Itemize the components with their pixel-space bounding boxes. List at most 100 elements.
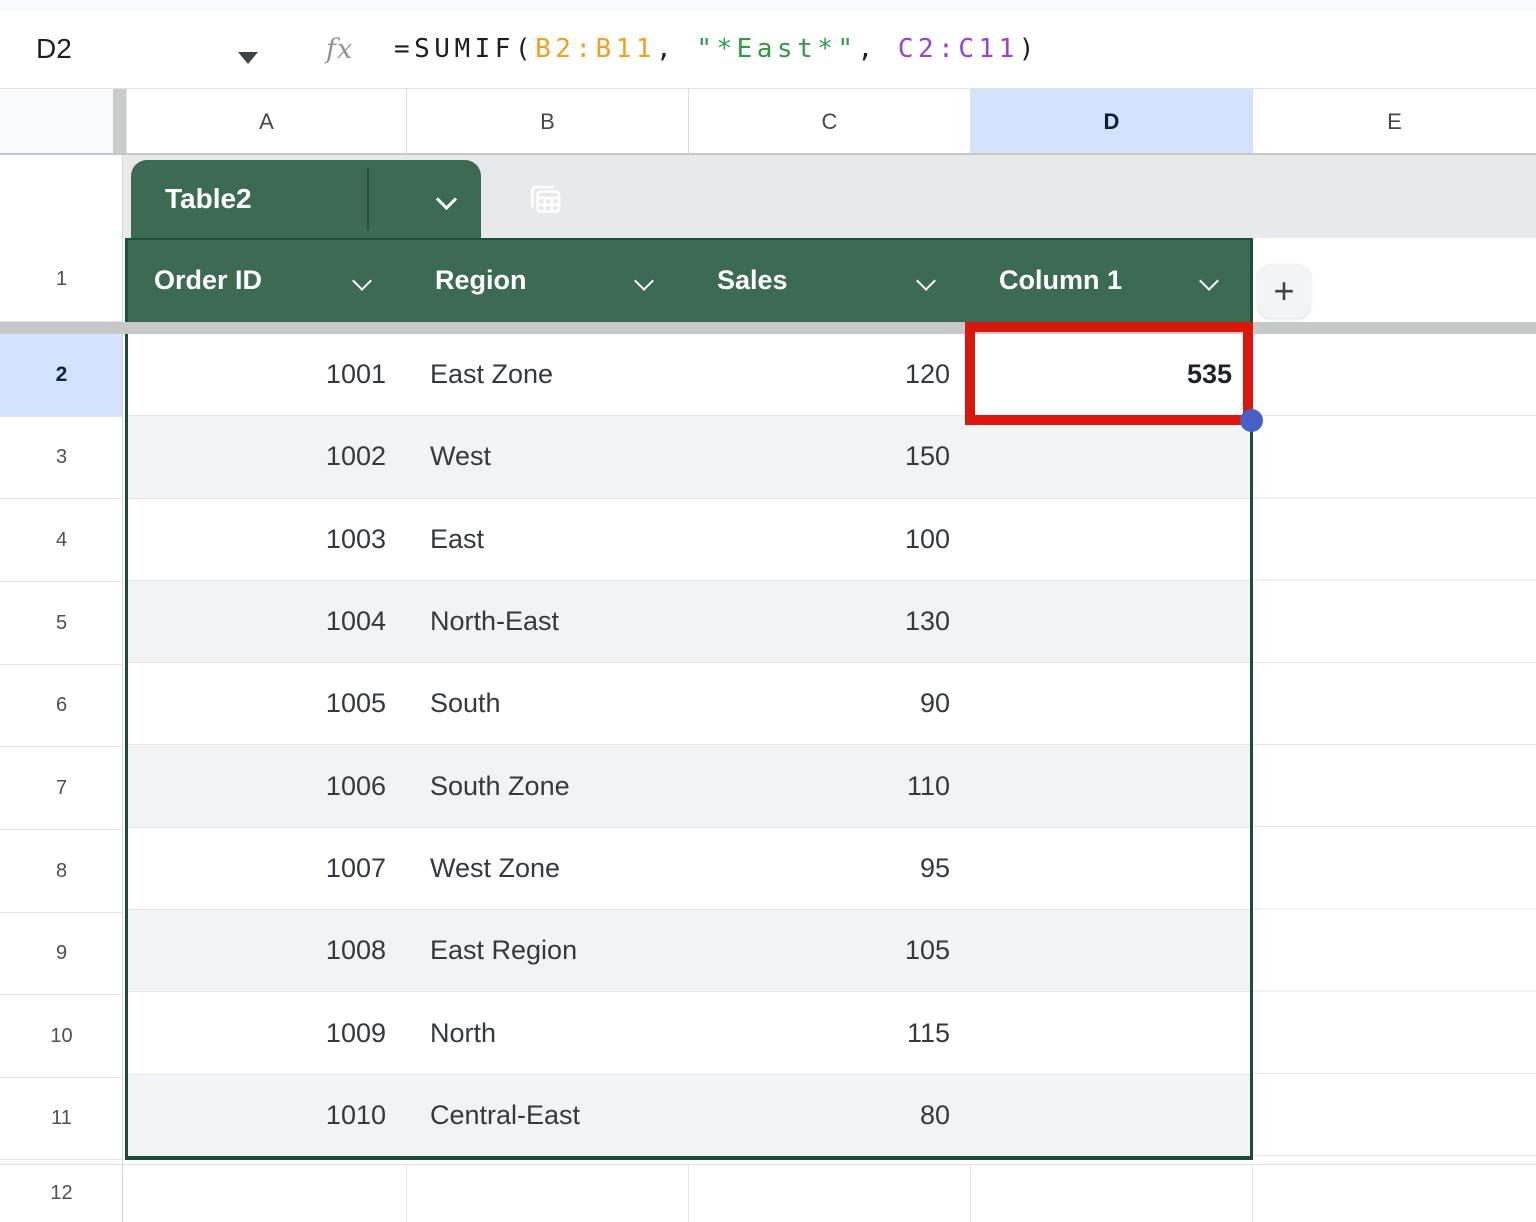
table-header-row: Order ID Region Sales Column 1	[125, 238, 1253, 322]
cell-c8[interactable]: 95	[628, 828, 950, 909]
cell-c6[interactable]: 90	[628, 663, 950, 744]
formula-bar: D2 fx =SUMIF(B2:B11, "*East*", C2:C11)	[0, 10, 1536, 88]
formula-range1: B2:B11	[535, 34, 656, 64]
cell-a5[interactable]: 1004	[128, 581, 386, 662]
row-header-4[interactable]: 4	[0, 499, 123, 582]
column-header-d[interactable]: D	[970, 89, 1252, 155]
sales-dropdown-chevron-icon[interactable]	[916, 271, 936, 291]
column-header-row: A B C D E	[0, 88, 1536, 155]
row-header-3[interactable]: 3	[0, 417, 123, 499]
cell-d4[interactable]	[952, 499, 1232, 580]
cell-c2[interactable]: 120	[628, 334, 950, 415]
cell-d8[interactable]	[952, 828, 1232, 909]
highlighted-cell-border	[965, 322, 1253, 425]
region-label: Region	[435, 265, 527, 296]
cell-c10[interactable]: 115	[628, 992, 950, 1073]
row-header-9[interactable]: 9	[0, 913, 123, 995]
frozen-row-divider[interactable]	[0, 322, 1536, 334]
spreadsheet-app: D2 fx =SUMIF(B2:B11, "*East*", C2:C11) A…	[0, 0, 1536, 1222]
table-row: 1004 North-East 130	[128, 581, 1250, 663]
frozen-column-divider[interactable]	[113, 89, 126, 155]
cell-a11[interactable]: 1010	[128, 1075, 386, 1156]
cell-c9[interactable]: 105	[628, 910, 950, 991]
table-name-label[interactable]: Table2	[165, 183, 252, 215]
table-column-header-region[interactable]: Region	[409, 240, 691, 320]
column-header-e[interactable]: E	[1252, 89, 1536, 155]
cell-a8[interactable]: 1007	[128, 828, 386, 909]
name-box[interactable]: D2	[36, 10, 72, 88]
gridline-c-d	[970, 1164, 971, 1222]
table-column-header-column1[interactable]: Column 1	[973, 240, 1256, 320]
row-header-5[interactable]: 5	[0, 582, 123, 665]
cell-a6[interactable]: 1005	[128, 663, 386, 744]
row-header-6[interactable]: 6	[0, 665, 123, 747]
cell-d3[interactable]	[952, 416, 1232, 497]
fx-icon: fx	[326, 10, 353, 88]
row-header-11[interactable]: 11	[0, 1078, 123, 1160]
table-row: 1002 West 150	[128, 416, 1250, 498]
table-menu-chevron-down-icon[interactable]	[436, 189, 457, 210]
table-row: 1003 East 100	[128, 499, 1250, 581]
cell-c11[interactable]: 80	[628, 1075, 950, 1156]
cell-c7[interactable]: 110	[628, 745, 950, 826]
table-name-tab[interactable]: Table2	[131, 160, 481, 238]
formula-range2: C2:C11	[898, 34, 1019, 64]
column1-label: Column 1	[999, 265, 1122, 296]
column1-dropdown-chevron-icon[interactable]	[1199, 271, 1219, 291]
gridline-a-b	[406, 1164, 407, 1222]
cell-d7[interactable]	[952, 745, 1232, 826]
row-header-12[interactable]: 12	[0, 1164, 123, 1222]
formula-close: )	[1019, 34, 1039, 64]
formula-fn: =SUMIF(	[394, 34, 535, 64]
row-header-2[interactable]: 2	[0, 334, 123, 417]
name-box-dropdown-icon[interactable]	[238, 52, 258, 64]
table-row: 1009 North 115	[128, 992, 1250, 1074]
cell-a7[interactable]: 1006	[128, 745, 386, 826]
cell-d6[interactable]	[952, 663, 1232, 744]
gridline-d-e	[1252, 1164, 1253, 1222]
column-header-c[interactable]: C	[688, 89, 970, 155]
row-header-7[interactable]: 7	[0, 747, 123, 830]
cell-a10[interactable]: 1009	[128, 992, 386, 1073]
order-id-dropdown-chevron-icon[interactable]	[352, 271, 372, 291]
table-body: 1001 East Zone 120 535 1002 West 150 100…	[125, 334, 1253, 1160]
gridline-b-c	[688, 1164, 689, 1222]
formula-input[interactable]: =SUMIF(B2:B11, "*East*", C2:C11)	[394, 10, 1039, 88]
row-header-8[interactable]: 8	[0, 830, 123, 913]
cell-c3[interactable]: 150	[628, 416, 950, 497]
formula-criteria: "*East*"	[696, 34, 857, 64]
table-column-header-sales[interactable]: Sales	[691, 240, 973, 320]
sales-label: Sales	[717, 265, 788, 296]
table-row: 1008 East Region 105	[128, 910, 1250, 992]
column-header-b[interactable]: B	[406, 89, 688, 155]
row-header-1[interactable]: 1	[0, 238, 123, 322]
region-dropdown-chevron-icon[interactable]	[634, 271, 654, 291]
row-header-right-border	[122, 155, 123, 1222]
add-column-button[interactable]: +	[1257, 264, 1311, 318]
cell-a4[interactable]: 1003	[128, 499, 386, 580]
table-row: 1006 South Zone 110	[128, 745, 1250, 827]
table-row: 1007 West Zone 95	[128, 828, 1250, 910]
table-icon[interactable]	[527, 182, 563, 221]
row-header-10[interactable]: 10	[0, 995, 123, 1078]
cell-d11[interactable]	[952, 1075, 1232, 1156]
table-row: 1005 South 90	[128, 663, 1250, 745]
cell-d5[interactable]	[952, 581, 1232, 662]
tab-section-divider	[367, 168, 369, 230]
formula-comma1: ,	[656, 34, 696, 64]
fill-handle[interactable]	[1240, 409, 1263, 432]
cell-c4[interactable]: 100	[628, 499, 950, 580]
row-12-top-gridline	[0, 1164, 1536, 1165]
cell-c5[interactable]: 130	[628, 581, 950, 662]
e-column-gridlines	[1253, 334, 1536, 1161]
cell-d9[interactable]	[952, 910, 1232, 991]
cell-d10[interactable]	[952, 992, 1232, 1073]
table-row: 1010 Central-East 80	[128, 1075, 1250, 1156]
formula-comma2: ,	[858, 34, 898, 64]
cell-a3[interactable]: 1002	[128, 416, 386, 497]
column-header-a[interactable]: A	[126, 89, 406, 155]
cell-a9[interactable]: 1008	[128, 910, 386, 991]
select-all-corner[interactable]	[0, 89, 113, 155]
cell-a2[interactable]: 1001	[128, 334, 386, 415]
table-column-header-order-id[interactable]: Order ID	[128, 240, 409, 320]
